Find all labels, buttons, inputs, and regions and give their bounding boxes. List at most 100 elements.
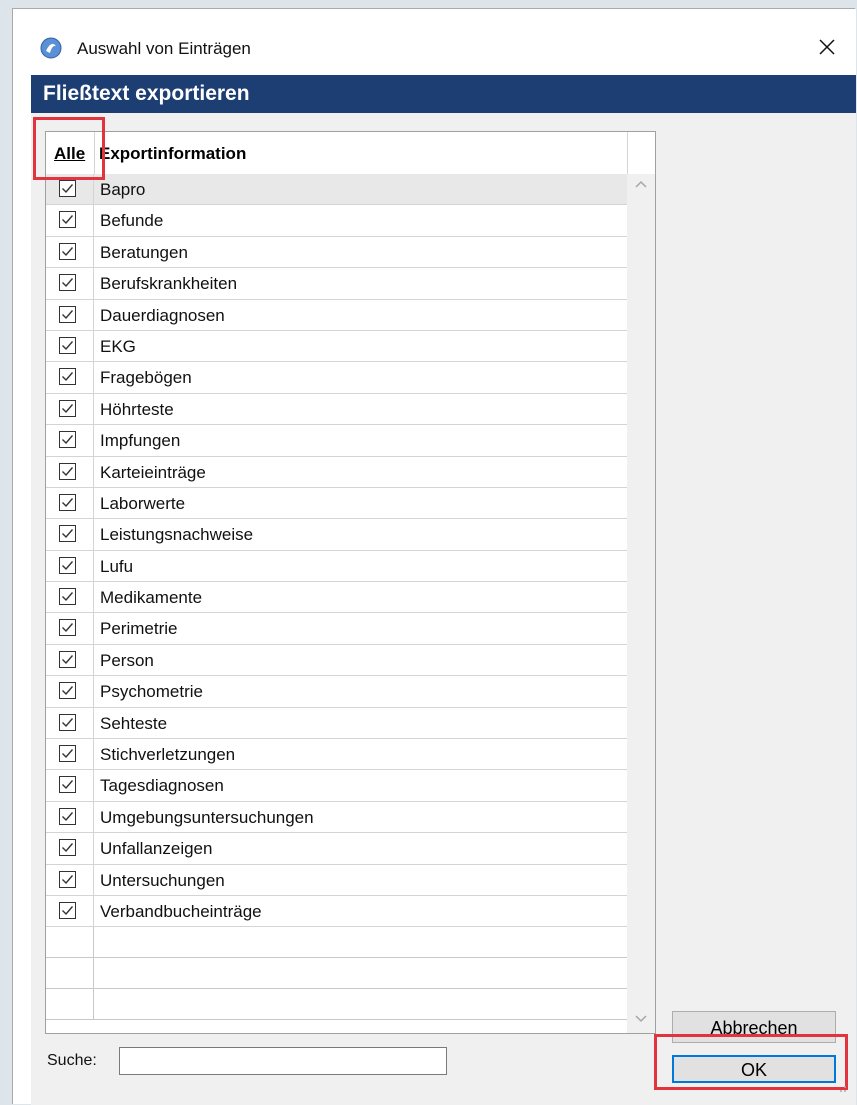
checkbox-checked-icon[interactable] (59, 493, 76, 511)
checkbox-cell (46, 676, 94, 707)
list-item-label: Verbandbucheinträge (100, 901, 262, 921)
checkbox-checked-icon[interactable] (59, 556, 76, 574)
close-icon[interactable] (813, 33, 841, 61)
checkbox-cell (46, 174, 94, 205)
list-item[interactable]: Unfallanzeigen (46, 833, 627, 865)
list-item[interactable]: Dauerdiagnosen (46, 299, 627, 331)
checkbox-checked-icon[interactable] (59, 839, 76, 857)
empty-row (46, 927, 627, 959)
list-item-label: Lufu (100, 556, 134, 576)
list-item[interactable]: Umgebungsuntersuchungen (46, 801, 627, 834)
list-item[interactable]: Beratungen (46, 236, 627, 269)
checkbox-cell (46, 299, 94, 330)
checkbox-cell (46, 456, 94, 487)
vertical-scrollbar[interactable] (627, 174, 655, 1033)
list-item[interactable]: Sehteste (46, 707, 627, 740)
list-item[interactable]: Psychometrie (46, 676, 627, 708)
list-item-label: Fragebögen (100, 368, 192, 388)
list-item-label: Befunde (100, 211, 164, 231)
list-item-label: Medikamente (100, 588, 203, 608)
list-item[interactable]: Stichverletzungen (46, 739, 627, 771)
app-logo-icon (40, 37, 62, 59)
window-title: Auswahl von Einträgen (77, 39, 251, 58)
scroll-down-arrow-icon[interactable] (633, 1013, 649, 1025)
list-item[interactable]: Fragebögen (46, 362, 627, 394)
list-item-label: EKG (100, 336, 136, 356)
checkbox-checked-icon[interactable] (59, 305, 76, 323)
scroll-up-arrow-icon[interactable] (633, 178, 649, 190)
list-item-label: Person (100, 650, 154, 670)
list-item[interactable]: Impfungen (46, 425, 627, 457)
checkbox-checked-icon[interactable] (59, 807, 76, 825)
dialog-window: Auswahl von Einträgen Fließtext exportie… (12, 8, 856, 1105)
checkbox-cell (46, 268, 94, 299)
list-item-label: Dauerdiagnosen (100, 305, 225, 325)
checkbox-checked-icon[interactable] (59, 713, 76, 731)
list-item-label: Psychometrie (100, 682, 203, 702)
list-item[interactable]: Bapro (46, 174, 627, 206)
checkbox-checked-icon[interactable] (59, 588, 76, 606)
section-title: Fließtext exportieren (43, 82, 250, 105)
list-item-label: Sehteste (100, 713, 168, 733)
checkbox-cell (46, 330, 94, 362)
list-item[interactable]: Höhrteste (46, 393, 627, 426)
search-input[interactable] (119, 1047, 447, 1075)
checkbox-cell (46, 425, 94, 456)
select-all-link[interactable]: Alle (54, 144, 85, 164)
section-header: Fließtext exportieren (31, 75, 856, 113)
checkbox-cell (46, 582, 94, 613)
list-item-label: Untersuchungen (100, 870, 225, 890)
list-item-label: Tagesdiagnosen (100, 776, 224, 796)
list-item[interactable]: EKG (46, 330, 627, 363)
checkbox-checked-icon[interactable] (59, 745, 76, 763)
list-item-label: Leistungsnachweise (100, 525, 254, 545)
cancel-button[interactable]: Abbrechen (672, 1011, 836, 1043)
list-item-label: Berufskrankheiten (100, 274, 238, 294)
checkbox-checked-icon[interactable] (59, 211, 76, 229)
checkbox-checked-icon[interactable] (59, 776, 76, 794)
checkbox-cell (46, 393, 94, 425)
list-item-label: Bapro (100, 180, 146, 199)
checkbox-checked-icon[interactable] (59, 274, 76, 292)
checkbox-cell (46, 487, 94, 519)
list-item[interactable]: Befunde (46, 205, 627, 237)
list-item[interactable]: Leistungsnachweise (46, 519, 627, 551)
checkbox-checked-icon[interactable] (59, 682, 76, 700)
checkbox-checked-icon[interactable] (59, 336, 76, 354)
checkbox-checked-icon[interactable] (59, 399, 76, 417)
checkbox-checked-icon[interactable] (59, 870, 76, 888)
list-item-label: Beratungen (100, 242, 188, 262)
checkbox-cell (46, 864, 94, 895)
checkbox-checked-icon[interactable] (59, 180, 76, 197)
list-item[interactable]: Karteieinträge (46, 456, 627, 488)
checkbox-checked-icon[interactable] (59, 650, 76, 668)
checkbox-cell (46, 613, 94, 644)
checkbox-checked-icon[interactable] (59, 619, 76, 637)
list-item-label: Höhrteste (100, 399, 174, 419)
checkbox-cell (46, 895, 94, 927)
ok-button[interactable]: OK (672, 1055, 836, 1083)
list-item-label: Perimetrie (100, 619, 178, 639)
checkbox-checked-icon[interactable] (59, 462, 76, 480)
grid-rows: Bapro Befunde Beratungen Berufskrankheiten D… (46, 174, 627, 1021)
list-item[interactable]: Laborwerte (46, 487, 627, 520)
checkbox-cell (46, 833, 94, 864)
list-item[interactable]: Berufskrankheiten (46, 268, 627, 300)
checkbox-checked-icon[interactable] (59, 242, 76, 260)
resize-grip-icon[interactable] (834, 1080, 848, 1094)
list-item[interactable]: Perimetrie (46, 613, 627, 645)
checkbox-checked-icon[interactable] (59, 431, 76, 449)
list-item-label: Unfallanzeigen (100, 839, 213, 859)
checkbox-checked-icon[interactable] (59, 368, 76, 386)
checkbox-checked-icon[interactable] (59, 901, 76, 919)
list-item[interactable]: Untersuchungen (46, 864, 627, 896)
export-grid: Alle Exportinformation Bapro Befunde Berat… (45, 131, 656, 1034)
list-item-label: Impfungen (100, 431, 181, 451)
list-item[interactable]: Medikamente (46, 582, 627, 614)
list-item[interactable]: Verbandbucheinträge (46, 895, 627, 928)
list-item[interactable]: Tagesdiagnosen (46, 770, 627, 802)
list-item[interactable]: Lufu (46, 550, 627, 583)
checkbox-checked-icon[interactable] (59, 525, 76, 543)
list-item-label: Stichverletzungen (100, 745, 236, 765)
list-item[interactable]: Person (46, 644, 627, 677)
